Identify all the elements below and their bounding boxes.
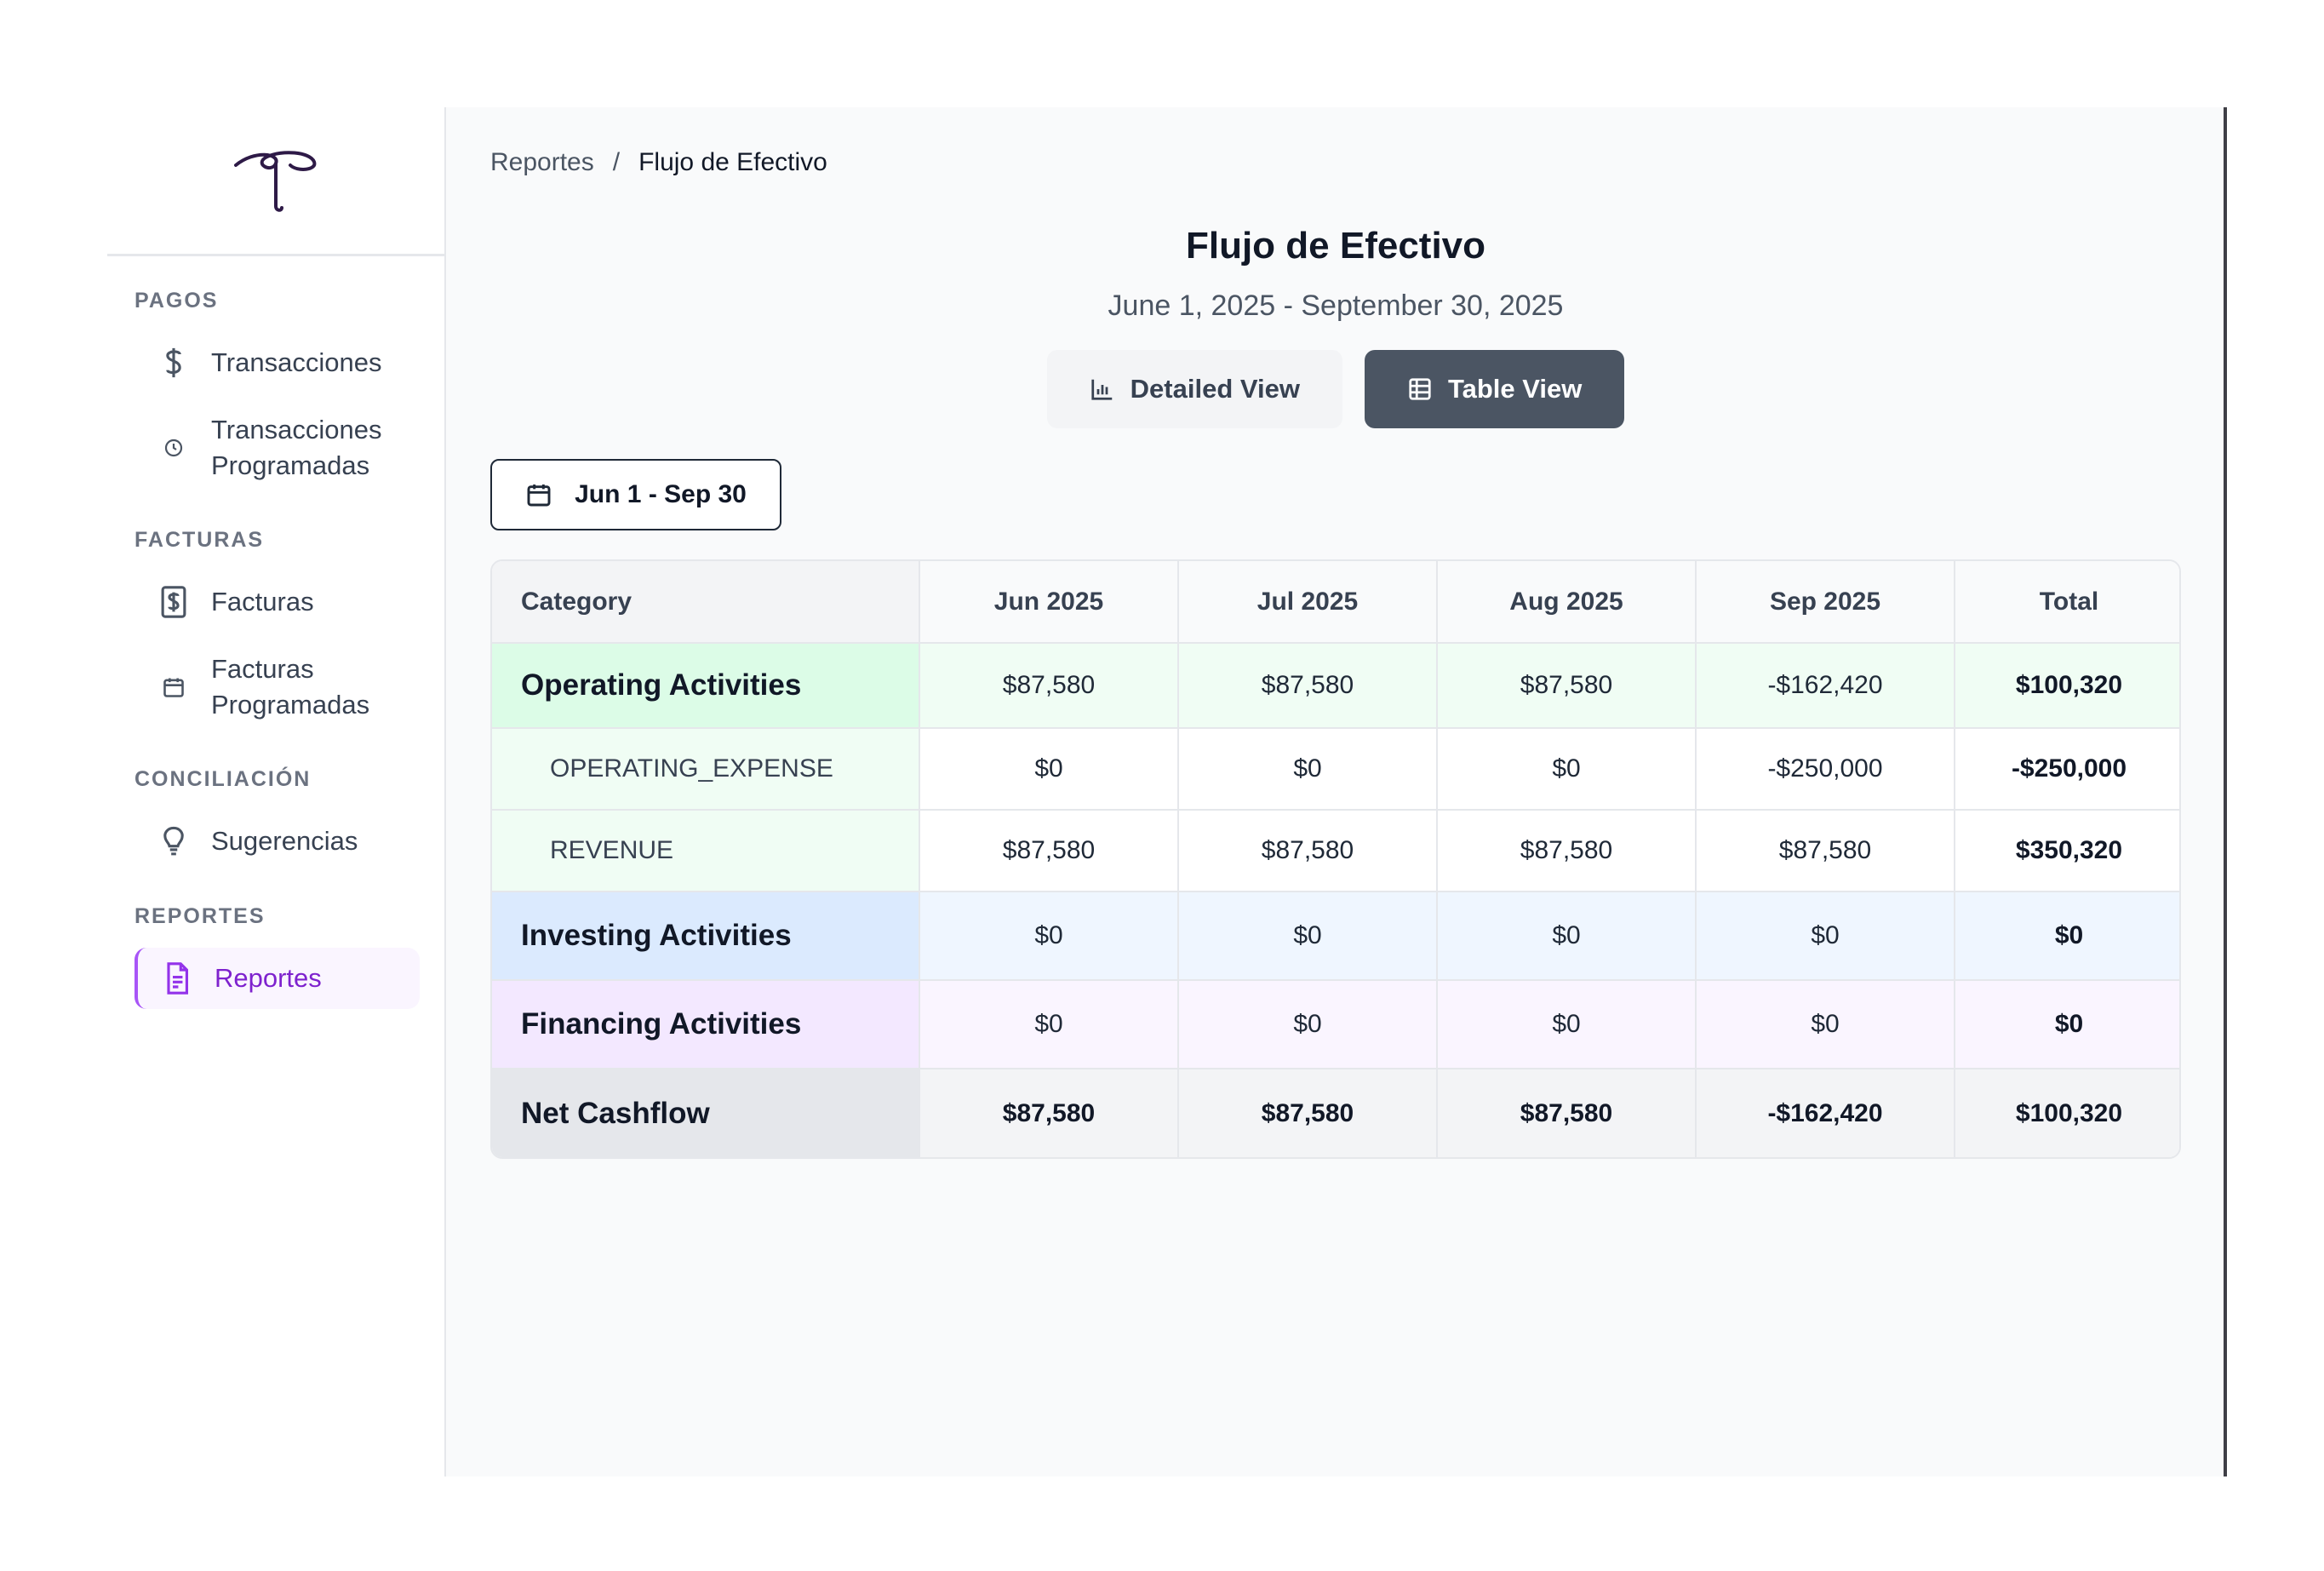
- nav-section-reportes: REPORTES Reportes: [107, 904, 444, 1009]
- cell-value: $87,580: [1437, 643, 1697, 729]
- sidebar-item-transacciones-programadas[interactable]: Transacciones Programadas: [135, 400, 420, 496]
- header-jun: Jun 2025: [919, 561, 1179, 644]
- cell-value: $87,580: [1437, 1069, 1697, 1157]
- sidebar-item-label: Reportes: [215, 963, 322, 993]
- table-row-financing-activities: Financing Activities $0 $0 $0 $0 $0: [492, 980, 2179, 1069]
- calendar-icon: [527, 484, 551, 507]
- header-total: Total: [1955, 561, 2179, 644]
- table-row-net-cashflow: Net Cashflow $87,580 $87,580 $87,580 -$1…: [492, 1069, 2179, 1157]
- cell-value: -$162,420: [1696, 643, 1955, 729]
- nav-heading-reportes: REPORTES: [135, 904, 266, 928]
- main-content: Reportes / Flujo de Efectivo Flujo de Ef…: [446, 107, 2224, 1476]
- cell-total: $100,320: [1955, 643, 2179, 729]
- breadcrumb-current: Flujo de Efectivo: [638, 148, 827, 176]
- cell-value: $0: [1178, 892, 1438, 981]
- table-row-investing-activities: Investing Activities $0 $0 $0 $0 $0: [492, 892, 2179, 981]
- sidebar-item-sugerencias[interactable]: Sugerencias: [135, 811, 420, 872]
- breadcrumb-parent[interactable]: Reportes: [490, 148, 594, 177]
- page-title: Flujo de Efectivo: [1185, 225, 1486, 267]
- cell-value: -$162,420: [1696, 1069, 1955, 1157]
- nav-heading-facturas: FACTURAS: [135, 528, 265, 552]
- sidebar-item-label: Sugerencias: [211, 826, 358, 856]
- cell-value: $0: [1696, 892, 1955, 981]
- table-header-row: Category Jun 2025 Jul 2025 Aug 2025 Sep …: [492, 561, 2179, 644]
- cell-value: $0: [919, 728, 1179, 811]
- detailed-view-button[interactable]: Detailed View: [1046, 350, 1342, 428]
- nav-heading-conciliacion: CONCILIACIÓN: [135, 767, 312, 791]
- nav-section-pagos: PAGOS Transacciones Transacciones Progra…: [107, 289, 444, 496]
- cell-total: $100,320: [1955, 1069, 2179, 1157]
- report-date-range: June 1, 2025 - September 30, 2025: [1108, 290, 1564, 322]
- sidebar-item-reportes[interactable]: Reportes: [135, 948, 420, 1009]
- row-label: REVENUE: [492, 810, 920, 892]
- cell-total: $0: [1955, 892, 2179, 981]
- sidebar-item-facturas[interactable]: Facturas: [135, 571, 420, 633]
- cell-value: $0: [1437, 892, 1697, 981]
- nav-section-conciliacion: CONCILIACIÓN Sugerencias: [107, 767, 444, 872]
- document-icon: [158, 960, 196, 997]
- sidebar-item-label: Transacciones Programadas: [211, 415, 382, 480]
- cell-value: $0: [1437, 728, 1697, 811]
- detailed-view-label: Detailed View: [1130, 374, 1300, 404]
- calendar-icon: [155, 668, 192, 706]
- table-view-label: Table View: [1447, 374, 1583, 404]
- header-aug: Aug 2025: [1437, 561, 1697, 644]
- sidebar-item-label: Facturas Programadas: [211, 654, 370, 720]
- cell-value: $87,580: [1178, 1069, 1438, 1157]
- table-row-revenue: REVENUE $87,580 $87,580 $87,580 $87,580 …: [492, 810, 2179, 892]
- cell-value: -$250,000: [1696, 728, 1955, 811]
- cell-value: $0: [919, 980, 1179, 1069]
- sidebar: PAGOS Transacciones Transacciones Progra…: [107, 107, 446, 1476]
- row-label: Financing Activities: [492, 980, 920, 1069]
- row-label: Operating Activities: [492, 643, 920, 729]
- invoice-dollar-icon: [155, 583, 192, 621]
- cell-value: $87,580: [1437, 810, 1697, 892]
- view-toggle: Detailed View Table View: [490, 350, 2181, 428]
- cell-value: $87,580: [919, 1069, 1179, 1157]
- breadcrumb: Reportes / Flujo de Efectivo: [490, 148, 2181, 177]
- cell-value: $0: [1437, 980, 1697, 1069]
- cell-value: $0: [1178, 980, 1438, 1069]
- dollar-icon: [155, 344, 192, 381]
- nav-section-facturas: FACTURAS Facturas Facturas Programadas: [107, 528, 444, 735]
- breadcrumb-separator: /: [612, 148, 621, 176]
- cell-value: $0: [1696, 980, 1955, 1069]
- cell-value: $87,580: [1696, 810, 1955, 892]
- logo[interactable]: [107, 107, 444, 256]
- cell-value: $87,580: [1178, 810, 1438, 892]
- table-view-button[interactable]: Table View: [1364, 350, 1625, 428]
- clock-icon: [155, 429, 192, 467]
- sidebar-item-label: Facturas: [211, 587, 314, 616]
- header-sep: Sep 2025: [1696, 561, 1955, 644]
- header-jul: Jul 2025: [1178, 561, 1438, 644]
- cell-value: $87,580: [919, 643, 1179, 729]
- cell-total: -$250,000: [1955, 728, 2179, 811]
- date-range-picker-button[interactable]: Jun 1 - Sep 30: [490, 459, 781, 530]
- table-row-operating-expense: OPERATING_EXPENSE $0 $0 $0 -$250,000 -$2…: [492, 728, 2179, 811]
- cashflow-table: Category Jun 2025 Jul 2025 Aug 2025 Sep …: [490, 559, 2181, 1159]
- date-range-label: Jun 1 - Sep 30: [575, 480, 747, 508]
- header-category: Category: [492, 561, 920, 644]
- brand-logo-icon: [234, 151, 317, 212]
- sidebar-item-facturas-programadas[interactable]: Facturas Programadas: [135, 639, 420, 735]
- nav-heading-pagos: PAGOS: [135, 289, 219, 312]
- cell-total: $350,320: [1955, 810, 2179, 892]
- row-label: Investing Activities: [492, 892, 920, 981]
- row-label: Net Cashflow: [492, 1069, 920, 1157]
- sidebar-item-transacciones[interactable]: Transacciones: [135, 332, 420, 393]
- app-window: PAGOS Transacciones Transacciones Progra…: [107, 107, 2227, 1476]
- cell-value: $0: [1178, 728, 1438, 811]
- table-row-operating-activities: Operating Activities $87,580 $87,580 $87…: [492, 643, 2179, 729]
- cell-value: $87,580: [1178, 643, 1438, 729]
- table-icon: [1409, 378, 1431, 400]
- cell-value: $0: [919, 892, 1179, 981]
- sidebar-item-label: Transacciones: [211, 347, 382, 377]
- cell-total: $0: [1955, 980, 2179, 1069]
- lightbulb-icon: [155, 823, 192, 860]
- cell-value: $87,580: [919, 810, 1179, 892]
- bar-chart-icon: [1091, 379, 1112, 400]
- row-label: OPERATING_EXPENSE: [492, 728, 920, 811]
